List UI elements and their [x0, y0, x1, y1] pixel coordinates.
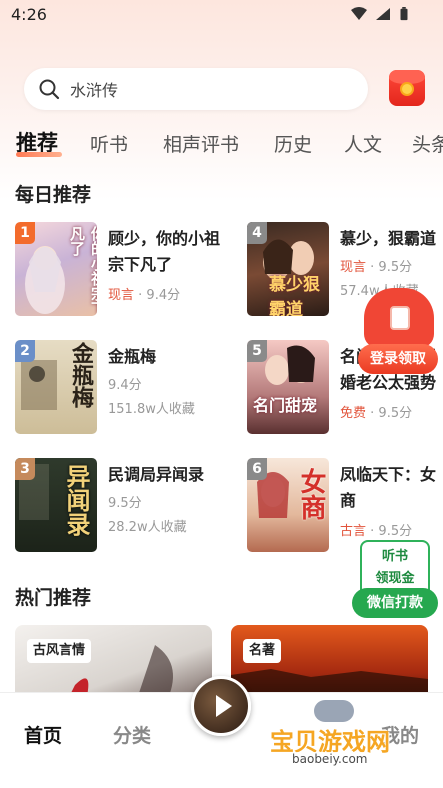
rank-badge: 1: [15, 222, 35, 244]
book-collect-count: 151.8w人收藏: [108, 402, 195, 417]
cover-title: 女商: [296, 468, 326, 520]
book-cover: 名门甜宠 5: [247, 340, 329, 434]
book-item[interactable]: 异闻录 3 民调局异闻录 9.5分 28.2w人收藏: [15, 458, 225, 552]
listen-reward-widget[interactable]: 听书 领现金 微信打款: [352, 540, 438, 618]
book-cover: 你的小祖宗下凡了 1: [15, 222, 97, 316]
search-input[interactable]: 水浒传: [24, 68, 368, 110]
search-query: 水浒传: [70, 81, 119, 100]
book-meta: 现言 · 9.5分: [340, 260, 413, 275]
book-cover: 金瓶梅 2: [15, 340, 97, 434]
hot-card-label: 古风言情: [27, 639, 92, 663]
status-bar: 4:26: [0, 0, 443, 30]
rank-badge: 5: [247, 340, 267, 362]
envelope-icon: [364, 288, 434, 348]
book-genre: 免费: [340, 406, 367, 421]
tab-audiobook[interactable]: 听书: [90, 130, 128, 157]
book-cover: 慕少狠霸道 4: [247, 222, 329, 316]
nav-category[interactable]: 分类: [113, 721, 151, 748]
book-rating: 9.5分: [378, 524, 413, 539]
book-rating: 9.5分: [378, 260, 413, 275]
book-item[interactable]: 金瓶梅 2 金瓶梅 9.4分 151.8w人收藏: [15, 340, 225, 434]
book-item[interactable]: 女商 6 凤临天下：女商 古言 · 9.5分: [247, 458, 443, 552]
active-tab-indicator: [16, 152, 62, 157]
book-collect-count: 28.2w人收藏: [108, 520, 187, 535]
gamepad-icon: [314, 700, 354, 722]
book-meta: 古言 · 9.5分: [340, 524, 413, 539]
rank-badge: 2: [15, 340, 35, 362]
hot-recommend-title: 热门推荐: [15, 587, 92, 609]
tab-crosstalk[interactable]: 相声评书: [163, 130, 239, 157]
book-title: 金瓶梅: [108, 347, 157, 366]
book-title: 顾少，你的小祖宗下凡了: [108, 229, 221, 274]
search-icon: [39, 79, 60, 100]
wifi-icon: [351, 7, 367, 20]
book-meta: 免费 · 9.5分: [340, 406, 413, 421]
book-item[interactable]: 你的小祖宗下凡了 1 顾少，你的小祖宗下凡了 现言 · 9.4分: [15, 222, 225, 316]
book-genre: 古言: [340, 524, 367, 539]
play-icon: [216, 695, 232, 717]
login-reward-label: 登录领取: [358, 344, 438, 374]
book-title: 民调局异闻录: [108, 465, 205, 484]
wechat-payout-button[interactable]: 微信打款: [352, 588, 438, 618]
book-genre: 现言: [108, 288, 135, 303]
audio-player-button[interactable]: [191, 676, 251, 736]
cover-title: 你的小祖宗下凡了: [68, 226, 97, 316]
cover-title: 异闻录: [62, 464, 91, 536]
battery-icon: [400, 7, 408, 21]
book-rating: 9.5分: [108, 496, 142, 511]
rank-badge: 3: [15, 458, 35, 480]
watermark-url: baobeiy.com: [288, 752, 372, 766]
book-cover: 女商 6: [247, 458, 329, 552]
listen-reward-line2: 领现金: [375, 571, 415, 586]
book-genre: 现言: [340, 260, 367, 275]
status-icons: [351, 7, 409, 21]
book-title: 凤临天下：女商: [340, 465, 437, 510]
category-tabs: 推荐 听书 相声评书 历史 人文 头条: [16, 127, 443, 161]
daily-recommend-title: 每日推荐: [15, 184, 92, 206]
listen-reward-line1: 听书: [381, 549, 408, 564]
rank-badge: 4: [247, 222, 267, 244]
tab-history[interactable]: 历史: [274, 130, 312, 157]
cover-title: 慕少狠霸道: [269, 275, 320, 316]
cover-title: 名门甜宠: [253, 396, 318, 415]
book-meta: 现言 · 9.4分: [108, 288, 181, 303]
cover-title: 金瓶梅: [68, 342, 94, 408]
watermark-logo: 宝贝游戏网 baobeiy.com: [270, 700, 420, 780]
signal-icon: [376, 8, 390, 20]
rank-badge: 6: [247, 458, 267, 480]
status-time: 4:26: [11, 5, 47, 24]
book-rating: 9.4分: [108, 378, 142, 393]
tab-headlines[interactable]: 头条: [412, 130, 443, 157]
book-cover: 异闻录 3: [15, 458, 97, 552]
hot-card-label: 名著: [243, 639, 282, 663]
book-title: 慕少，狠霸道: [340, 229, 437, 248]
login-reward-widget[interactable]: 登录领取: [358, 288, 438, 376]
book-rating: 9.5分: [378, 406, 413, 421]
book-rating: 9.4分: [146, 288, 181, 303]
nav-home[interactable]: 首页: [24, 721, 62, 748]
red-packet-icon[interactable]: [389, 70, 425, 106]
tab-humanities[interactable]: 人文: [344, 130, 382, 157]
